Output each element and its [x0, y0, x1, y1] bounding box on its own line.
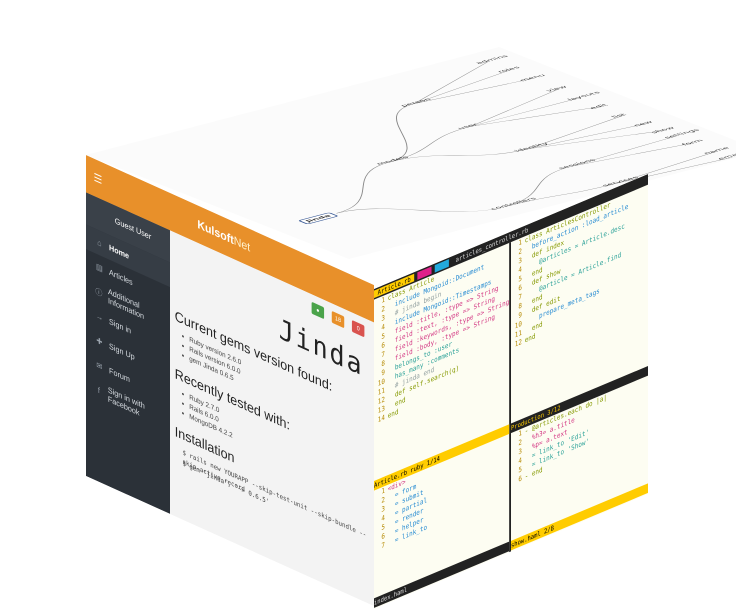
signup-icon: ✚ [96, 335, 103, 348]
sidebar-item-label: Forum [109, 365, 130, 385]
sidebar: Guest User ⌂ Home ▤ Articles ⓘ Additiona… [86, 192, 170, 514]
user-label: Guest User [114, 216, 152, 242]
status-badge[interactable]: ● [311, 301, 325, 320]
hamburger-icon[interactable]: ☰ [94, 170, 103, 187]
signin-icon: → [95, 310, 104, 323]
sidebar-item-label: Sign Up [109, 341, 135, 362]
alert-badge[interactable]: 0 [351, 319, 365, 338]
notification-badge[interactable]: 18 [331, 310, 345, 329]
sidebar-item-label: Home [109, 242, 130, 261]
info-icon: ⓘ [95, 286, 103, 299]
sidebar-item-label: Articles [109, 267, 133, 288]
facebook-icon: f [97, 385, 100, 396]
home-icon: ⌂ [97, 237, 102, 249]
cube-desktop: Jinda models controllers person user ide… [0, 0, 736, 609]
article-icon: ▤ [96, 261, 103, 274]
install-command: $ rails new YOURAPP --skip-test-unit --s… [182, 448, 367, 539]
forum-icon: ✉ [96, 360, 103, 373]
sidebar-item-label: Sign in [109, 316, 132, 336]
